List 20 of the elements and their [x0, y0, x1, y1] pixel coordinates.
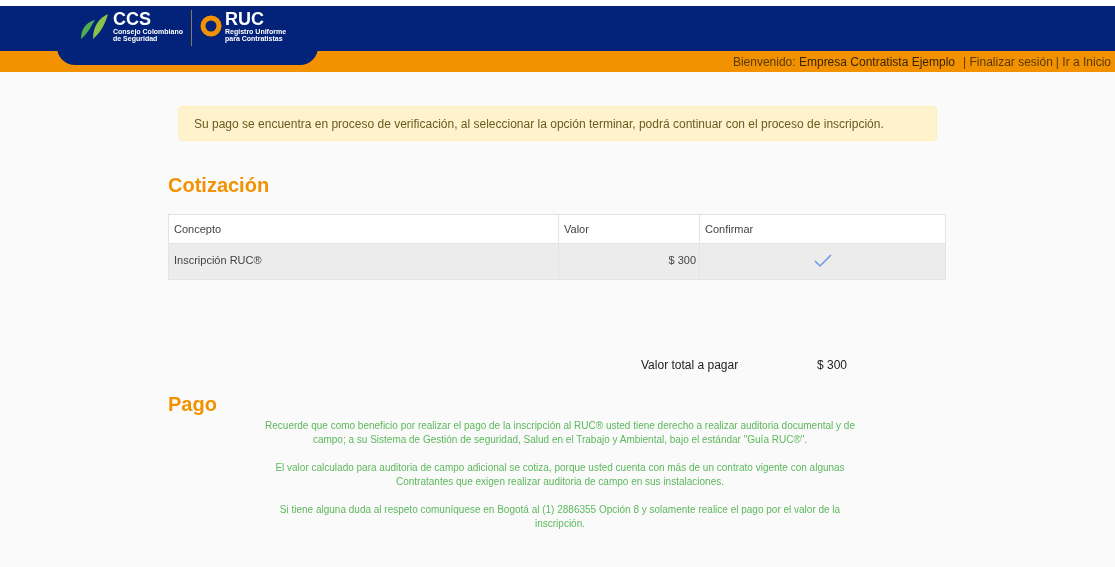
- info-paragraph: El valor calculado para auditoria de campo adicional se cotiza, porque usted cuenta con más de un contrato vigente con algunas Contratantes que exigen realizar auditoria de campo en sus instalaciones.: [274, 461, 846, 489]
- logo-title: RUC: [225, 10, 265, 28]
- welcome-text: Bienvenido: Empresa Contratista Ejemplo: [732, 53, 956, 71]
- info-paragraph: Si tiene alguna duda al respeto comuníquese en Bogotá al (1) 2886355 Opción 8 y solamente realice el pago por el valor de la inscripción.: [278, 503, 842, 531]
- total-value: $ 300: [817, 357, 848, 374]
- nav-link[interactable]: | Ir a Inicio: [1055, 52, 1111, 71]
- column-header: Valor: [558, 214, 700, 244]
- column-header: Concepto: [168, 214, 559, 244]
- section-title: Pago: [168, 392, 218, 417]
- logo-title: CCS: [113, 10, 152, 28]
- table-cell: Inscripción RUC®: [168, 243, 559, 280]
- info-alert: Su pago se encuentra en proceso de verificación, al seleccionar la opción terminar, podrá continuar con el proceso de inscripción.: [178, 106, 937, 141]
- info-paragraph: Recuerde que como beneficio por realizar el pago de la inscripción al RUC® usted tiene derecho a realizar auditoria documental y de campo; a su Sistema de Gestión de seguridad, Salud en el Trabajo y Ambiental, bajo el estándar "Guía RUC®".: [264, 419, 856, 447]
- section-title: Cotización: [168, 173, 271, 198]
- ring-logo-icon: [200, 15, 222, 37]
- table-cell: $ 300: [558, 243, 700, 280]
- leaf-logo-icon: [79, 12, 109, 40]
- column-header: Confirmar: [699, 214, 946, 244]
- total-label: Valor total a pagar: [641, 357, 740, 374]
- nav-link[interactable]: | Finalizar sesión: [963, 52, 1053, 71]
